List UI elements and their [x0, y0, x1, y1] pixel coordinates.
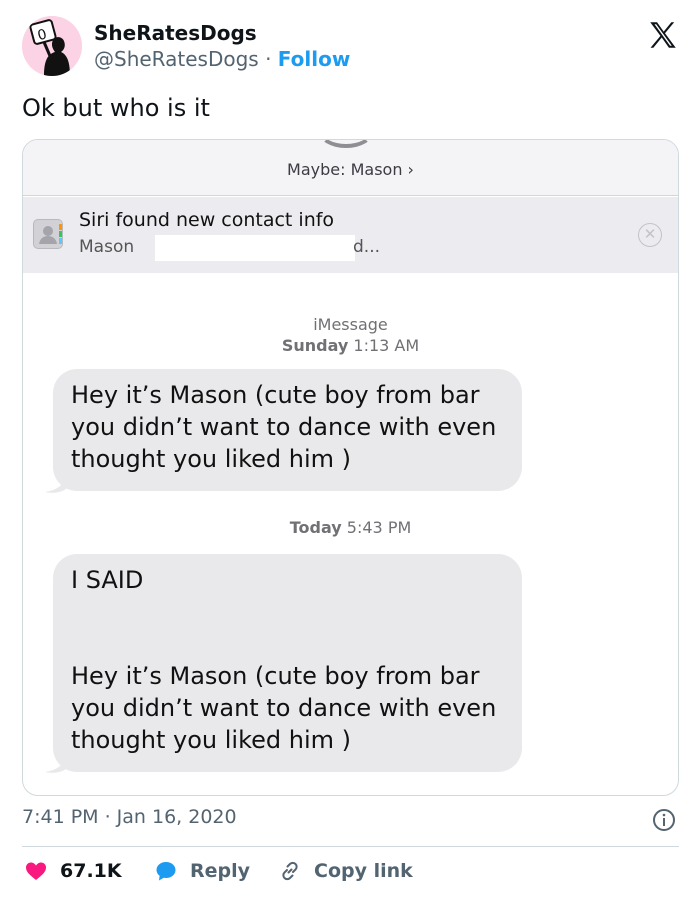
message-bubble-1: Hey it’s Mason (cute boy from bar you di…: [53, 369, 522, 491]
handle-line: @SheRatesDogs · Follow: [94, 46, 350, 72]
message-header-1: iMessage Sunday 1:13 AM: [23, 314, 678, 356]
maybe-contact-bar: Maybe: Mason ›: [23, 140, 678, 196]
message-2-body: Hey it’s Mason (cute boy from bar you di…: [71, 662, 497, 754]
heart-icon: [26, 862, 46, 880]
timestamp-2: Today 5:43 PM: [23, 518, 678, 537]
copy-link-button[interactable]: Copy link: [278, 856, 413, 886]
follow-button[interactable]: Follow: [278, 47, 351, 71]
reply-bubble-icon: [156, 862, 176, 881]
reply-button[interactable]: Reply: [154, 856, 250, 886]
close-icon: ✕: [638, 223, 662, 247]
bubble-tail-1: [45, 472, 67, 493]
timestamp-1-clock: 1:13 AM: [353, 336, 420, 355]
bubble-tail-2: [45, 752, 67, 773]
timestamp-1: Sunday 1:13 AM: [23, 335, 678, 356]
tweet-header: 0 SheRatesDogs @SheRatesDogs · Follow: [22, 14, 682, 80]
siri-contact-name: Mason: [79, 237, 135, 257]
siri-trailing: d...: [353, 237, 381, 257]
maybe-contact-label: Maybe: Mason ›: [287, 160, 414, 179]
tweet-text: Ok but who is it: [22, 94, 210, 122]
separator-dot: ·: [265, 47, 272, 71]
info-icon[interactable]: [652, 808, 676, 832]
siri-suggestion-bar: Siri found new contact info Mason d... ✕: [23, 197, 678, 273]
service-label: iMessage: [313, 315, 388, 334]
contacts-icon: [33, 219, 63, 249]
timestamp-2-day: Today: [289, 518, 342, 537]
copy-link-label: Copy link: [314, 860, 413, 882]
avatar-woman-holding-sign-icon: 0: [22, 16, 82, 76]
siri-title: Siri found new contact info: [79, 209, 335, 231]
tweet-timestamp[interactable]: 7:41 PM · Jan 16, 2020: [22, 806, 237, 828]
like-count: 67.1K: [60, 860, 122, 882]
like-button[interactable]: 67.1K: [24, 856, 122, 886]
redaction-block: [155, 235, 355, 261]
user-handle[interactable]: @SheRatesDogs: [94, 47, 259, 71]
message-bubble-2: I SAID Hey it’s Mason (cute boy from bar…: [53, 554, 522, 772]
media-screenshot[interactable]: Maybe: Mason › Siri found new contact in…: [22, 139, 679, 796]
avatar[interactable]: 0: [22, 16, 82, 76]
message-2-line-1: I SAID: [71, 566, 144, 594]
display-name[interactable]: SheRatesDogs: [94, 20, 350, 46]
reply-label: Reply: [190, 860, 251, 882]
top-arc-decoration: [318, 140, 374, 148]
timestamp-1-day: Sunday: [281, 336, 349, 355]
x-logo-icon[interactable]: [646, 18, 680, 52]
link-icon: [282, 861, 298, 881]
timestamp-2-clock: 5:43 PM: [346, 518, 412, 537]
divider: [22, 846, 679, 847]
action-bar: 67.1K Reply Copy link: [22, 856, 682, 886]
siri-subtitle: Mason: [79, 237, 134, 257]
